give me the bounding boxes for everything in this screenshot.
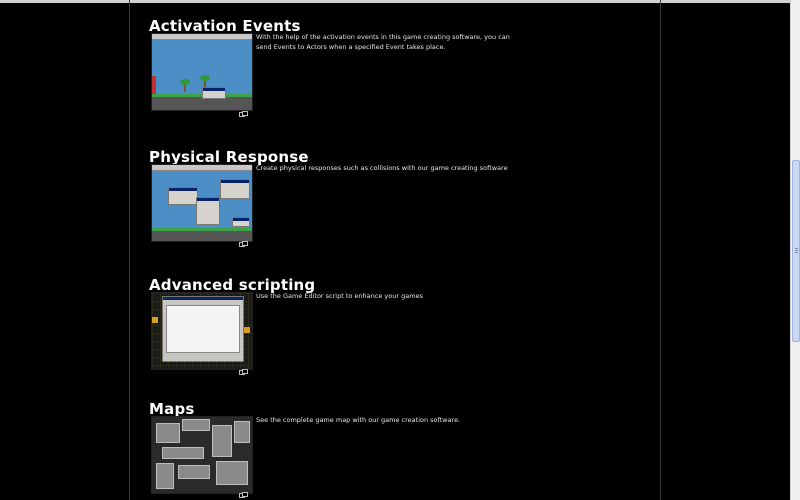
feature-description: Use the Game Editor script to enhance yo… (256, 292, 423, 300)
enlarge-icon[interactable] (239, 111, 248, 117)
screenshot-physical-response[interactable] (151, 164, 253, 242)
screenshot-activation-events[interactable] (151, 33, 253, 111)
enlarge-icon[interactable] (239, 492, 248, 498)
feature-description: See the complete game map with our game … (256, 416, 461, 424)
enlarge-icon[interactable] (239, 369, 248, 375)
feature-description: Create physical responses such as collis… (256, 164, 508, 172)
scrollbar-thumb[interactable] (792, 160, 800, 342)
enlarge-icon[interactable] (239, 241, 248, 247)
vertical-scrollbar[interactable] (790, 0, 800, 500)
screenshot-advanced-scripting[interactable] (151, 292, 253, 370)
screenshot-maps[interactable] (151, 416, 253, 494)
grip-icon (795, 248, 798, 254)
feature-description: With the help of the activation events i… (256, 33, 510, 51)
